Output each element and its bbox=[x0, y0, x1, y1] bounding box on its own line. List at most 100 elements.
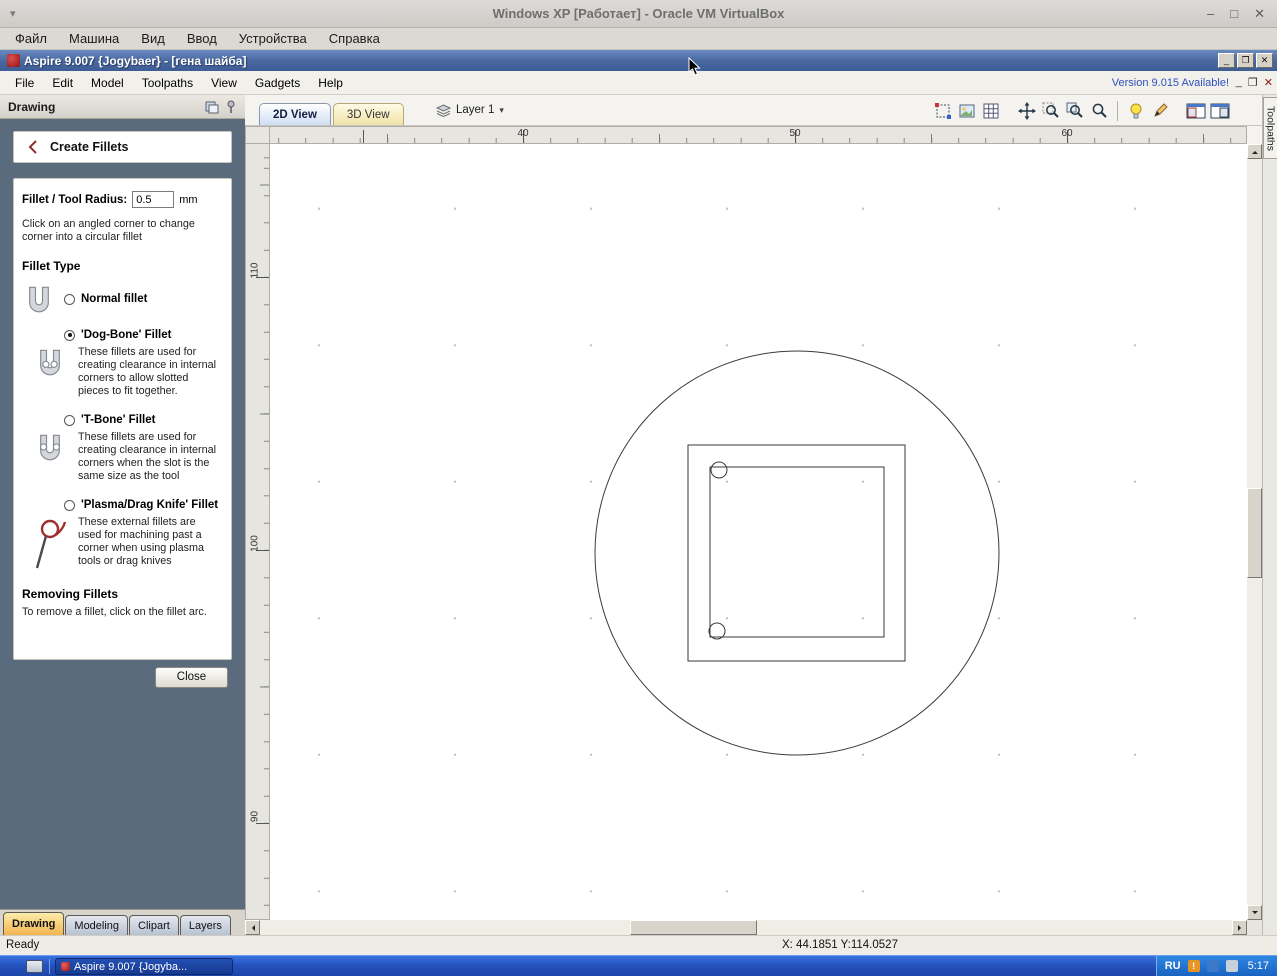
float-panel-icon[interactable] bbox=[205, 100, 219, 114]
create-fillets-title: Create Fillets bbox=[50, 140, 129, 154]
pin-icon[interactable] bbox=[225, 100, 237, 114]
layout-2d-3d-split-icon[interactable] bbox=[1184, 99, 1208, 123]
fillet-option-dogbone: 'Dog-Bone' Fillet These fillets are used… bbox=[22, 329, 223, 398]
zoom-extents-icon[interactable] bbox=[1087, 99, 1111, 123]
drawing-panel-header: Drawing bbox=[0, 95, 245, 119]
bitmap-visibility-icon[interactable] bbox=[955, 99, 979, 123]
radio-indicator[interactable] bbox=[64, 414, 75, 426]
system-tray: RU ! 5:17 bbox=[1155, 956, 1277, 976]
quick-launch-icon[interactable] bbox=[26, 960, 43, 973]
view-topbar: 2D View 3D View Layer 1 ▾ bbox=[245, 95, 1262, 126]
horizontal-scroll-thumb[interactable] bbox=[630, 920, 757, 935]
taskbar-divider bbox=[49, 959, 50, 974]
menu-model[interactable]: Model bbox=[82, 76, 133, 90]
vbox-maximize-button[interactable]: □ bbox=[1230, 6, 1238, 22]
dogbone-fillet-arc-top bbox=[710, 461, 728, 479]
toggle-shading-icon[interactable] bbox=[1124, 99, 1148, 123]
back-chevron-icon[interactable] bbox=[28, 139, 38, 155]
xp-restore-button[interactable]: ❐ bbox=[1237, 53, 1254, 68]
tbone-fillet-radio[interactable]: 'T-Bone' Fillet bbox=[64, 414, 223, 426]
menu-help[interactable]: Help bbox=[309, 76, 352, 90]
language-indicator[interactable]: RU bbox=[1165, 960, 1181, 972]
menu-edit[interactable]: Edit bbox=[43, 76, 82, 90]
toolpaths-tab[interactable]: Toolpaths bbox=[1263, 97, 1277, 159]
menu-file[interactable]: File bbox=[6, 76, 43, 90]
vbox-menu-input[interactable]: Ввод bbox=[176, 28, 228, 49]
normal-fillet-radio[interactable]: Normal fillet bbox=[64, 293, 147, 305]
layer-selector[interactable]: Layer 1 ▾ bbox=[430, 100, 510, 120]
mdi-minimize-button[interactable]: _ bbox=[1236, 76, 1242, 89]
removing-fillets-heading: Removing Fillets bbox=[22, 587, 119, 601]
tab-layers[interactable]: Layers bbox=[179, 915, 231, 935]
plasma-fillet-radio[interactable]: 'Plasma/Drag Knife' Fillet bbox=[64, 499, 223, 511]
layers-icon bbox=[436, 103, 451, 117]
fillet-option-tbone: 'T-Bone' Fillet These fillets are used f… bbox=[22, 414, 223, 483]
xp-close-button[interactable]: ✕ bbox=[1256, 53, 1273, 68]
vbox-window-title: Windows XP [Работает] - Oracle VM Virtua… bbox=[492, 6, 785, 21]
vertical-scroll-thumb[interactable] bbox=[1247, 488, 1262, 578]
tab-3d-view[interactable]: 3D View bbox=[332, 103, 404, 125]
radius-label: Fillet / Tool Radius: bbox=[22, 193, 128, 206]
scroll-left-button[interactable] bbox=[245, 920, 260, 935]
vbox-menu-devices[interactable]: Устройства bbox=[228, 28, 318, 49]
radio-indicator[interactable] bbox=[64, 293, 75, 305]
dogbone-description: These fillets are used for creating clea… bbox=[78, 346, 217, 397]
view-toolbar bbox=[931, 99, 1232, 123]
vbox-close-button[interactable]: ✕ bbox=[1254, 6, 1265, 22]
status-ready: Ready bbox=[6, 939, 40, 951]
xp-minimize-button[interactable]: _ bbox=[1218, 53, 1235, 68]
tab-2d-view[interactable]: 2D View bbox=[259, 103, 331, 125]
fillet-option-plasma: 'Plasma/Drag Knife' Fillet These externa… bbox=[22, 499, 223, 572]
radio-indicator[interactable] bbox=[64, 499, 75, 511]
layout-2d-3d-windows-icon[interactable] bbox=[1208, 99, 1232, 123]
tbone-fillet-icon bbox=[22, 431, 78, 483]
vbox-menubar: Файл Машина Вид Ввод Устройства Справка bbox=[0, 28, 1277, 50]
menu-toolpaths[interactable]: Toolpaths bbox=[133, 76, 202, 90]
normal-fillet-icon bbox=[22, 285, 56, 313]
tab-modeling[interactable]: Modeling bbox=[65, 915, 129, 935]
mdi-close-button[interactable]: ✕ bbox=[1264, 76, 1273, 89]
vbox-menu-view[interactable]: Вид bbox=[130, 28, 176, 49]
vbox-menu-machine[interactable]: Машина bbox=[58, 28, 130, 49]
zoom-selection-icon[interactable] bbox=[1063, 99, 1087, 123]
keyboard-tray-icon[interactable] bbox=[1225, 960, 1238, 972]
scroll-down-button[interactable] bbox=[1247, 905, 1262, 920]
scroll-up-button[interactable] bbox=[1247, 144, 1262, 159]
scrollbar-corner bbox=[1247, 920, 1262, 935]
radius-input[interactable] bbox=[132, 191, 175, 208]
edit-vectors-icon[interactable] bbox=[1148, 99, 1172, 123]
scroll-right-button[interactable] bbox=[1232, 920, 1247, 935]
radius-row: Fillet / Tool Radius: mm bbox=[22, 191, 223, 208]
ruler-h-label: 50 bbox=[789, 128, 801, 139]
drawing-canvas[interactable] bbox=[270, 144, 1247, 920]
vbox-menu-help[interactable]: Справка bbox=[318, 28, 391, 49]
vbox-menu-file[interactable]: Файл bbox=[4, 28, 58, 49]
aspire-task-icon bbox=[61, 962, 70, 971]
menu-gadgets[interactable]: Gadgets bbox=[246, 76, 309, 90]
create-fillets-header: Create Fillets bbox=[13, 131, 232, 163]
tab-drawing[interactable]: Drawing bbox=[3, 912, 65, 935]
snap-settings-icon[interactable] bbox=[931, 99, 955, 123]
display-tray-icon[interactable] bbox=[1206, 960, 1219, 972]
inner-square bbox=[709, 466, 885, 638]
aspire-task-button[interactable]: Aspire 9.007 {Jogyba... bbox=[55, 958, 233, 975]
aspire-app-icon bbox=[7, 54, 20, 67]
pan-view-icon[interactable] bbox=[1015, 99, 1039, 123]
radio-indicator[interactable] bbox=[64, 329, 75, 341]
fillet-option-normal: Normal fillet bbox=[22, 285, 223, 313]
dogbone-fillet-radio[interactable]: 'Dog-Bone' Fillet bbox=[64, 329, 223, 341]
close-button[interactable]: Close bbox=[155, 667, 228, 688]
security-shield-tray-icon[interactable]: ! bbox=[1187, 960, 1200, 972]
grid-visibility-icon[interactable] bbox=[979, 99, 1003, 123]
horizontal-scrollbar[interactable] bbox=[245, 920, 1247, 935]
version-available-link[interactable]: Version 9.015 Available! bbox=[1112, 77, 1229, 89]
vertical-scrollbar[interactable] bbox=[1247, 144, 1262, 920]
tab-clipart[interactable]: Clipart bbox=[129, 915, 179, 935]
taskbar-clock[interactable]: 5:17 bbox=[1248, 960, 1269, 972]
vbox-minimize-button[interactable]: – bbox=[1207, 6, 1214, 22]
create-fillets-form: Fillet / Tool Radius: mm Click on an ang… bbox=[13, 178, 232, 660]
mdi-restore-button[interactable]: ❐ bbox=[1248, 76, 1258, 89]
menu-view[interactable]: View bbox=[202, 76, 246, 90]
vertical-ruler: 110 100 90 bbox=[245, 144, 270, 920]
zoom-box-icon[interactable] bbox=[1039, 99, 1063, 123]
